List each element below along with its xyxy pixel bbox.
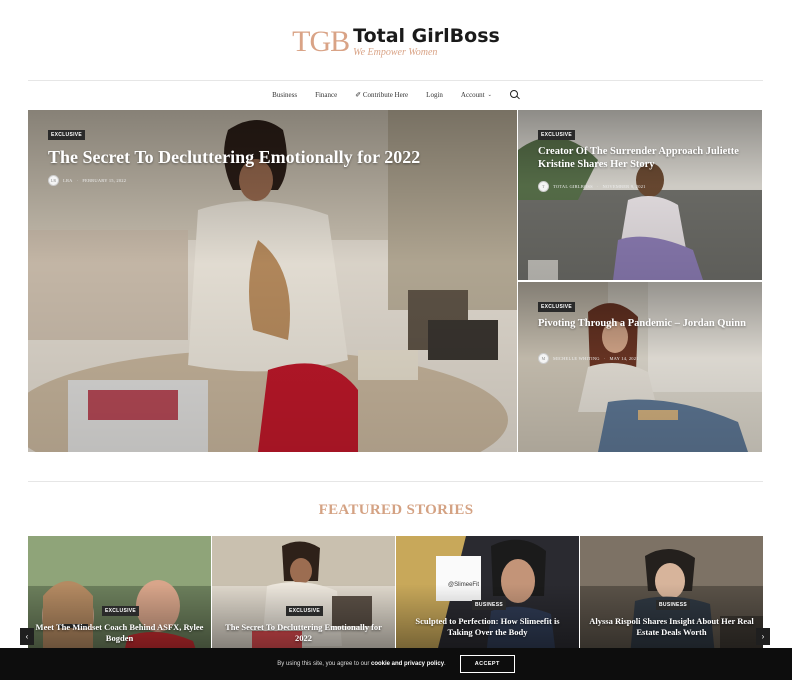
search-icon[interactable] — [509, 90, 520, 100]
featured-title-4[interactable]: Alyssa Rispoli Shares Insight About Her … — [586, 616, 757, 639]
logo-tagline: We Empower Women — [353, 46, 438, 58]
hero-side-meta-1: T TOTAL GIRLBOSS · NOVEMBER 9, 2021 — [538, 181, 646, 192]
hero-main-meta: LR LRA · FEBRUARY 15, 2022 — [48, 175, 126, 186]
avatar: M — [538, 353, 549, 364]
logo-mark: TGB — [292, 25, 350, 58]
featured-title-1[interactable]: Meet The Mindset Coach Behind ASFX, Ryle… — [34, 622, 205, 645]
section-divider — [28, 481, 763, 482]
featured-card-4[interactable]: BUSINESS Alyssa Rispoli Shares Insight A… — [580, 536, 763, 656]
hero-side-title-1[interactable]: Creator Of The Surrender Approach Juliet… — [538, 146, 748, 172]
avatar: LR — [48, 175, 59, 186]
hero-side-date-1: NOVEMBER 9, 2021 — [602, 184, 646, 189]
nav-item-account[interactable]: Account ⌄ — [461, 91, 492, 99]
nav-item-account-label: Account — [460, 91, 485, 99]
cookie-policy-link[interactable]: cookie and privacy policy — [371, 661, 444, 667]
hero-main-card[interactable]: EXCLUSIVE The Secret To Decluttering Emo… — [28, 110, 517, 452]
hero-side-meta-2: M MICHELLE WHITING · MAY 14, 2021 — [538, 353, 639, 364]
cookie-text-suffix: . — [444, 661, 446, 667]
hero-side-card-2[interactable]: EXCLUSIVE Pivoting Through a Pandemic – … — [518, 282, 762, 452]
hero-side-author-2[interactable]: MICHELLE WHITING — [553, 356, 600, 361]
hero-main-author[interactable]: LRA — [63, 178, 73, 183]
featured-title-3[interactable]: Sculpted to Perfection: How Slimeefit is… — [402, 616, 573, 639]
featured-heading: FEATURED STORIES — [318, 502, 474, 518]
featured-card-3[interactable]: @SlimeeFit BUSINESS Sculpted to Perfecti… — [396, 536, 579, 656]
hero-side-badge-2[interactable]: EXCLUSIVE — [538, 302, 576, 312]
featured-badge-3[interactable]: BUSINESS — [472, 600, 506, 610]
site-logo[interactable]: TGB Total GirlBoss We Empower Women — [0, 22, 792, 62]
chevron-down-icon: ⌄ — [487, 93, 492, 98]
featured-badge-2[interactable]: EXCLUSIVE — [286, 606, 324, 616]
hero-side-date-2: MAY 14, 2021 — [609, 356, 639, 361]
avatar: T — [538, 181, 549, 192]
hero-main-badge[interactable]: EXCLUSIVE — [48, 130, 86, 140]
cookie-accept-button[interactable]: ACCEPT — [459, 655, 515, 673]
hero-side-card-1[interactable]: EXCLUSIVE Creator Of The Surrender Appro… — [518, 110, 762, 280]
logo-title: Total GirlBoss — [353, 24, 500, 47]
hero-side-badge-1[interactable]: EXCLUSIVE — [538, 130, 576, 140]
featured-card-1[interactable]: EXCLUSIVE Meet The Mindset Coach Behind … — [28, 536, 211, 656]
hero-main-title[interactable]: The Secret To Decluttering Emotionally f… — [48, 147, 488, 169]
cookie-text: By using this site, you agree to our coo… — [277, 661, 445, 667]
nav-item-finance[interactable]: Finance — [315, 91, 337, 99]
featured-badge-1[interactable]: EXCLUSIVE — [102, 606, 140, 616]
slimeefit-logo-overlay: @SlimeeFit — [448, 582, 480, 588]
chevron-right-icon[interactable]: › — [756, 628, 770, 645]
featured-badge-4[interactable]: BUSINESS — [656, 600, 690, 610]
cookie-banner: By using this site, you agree to our coo… — [0, 648, 792, 680]
cookie-text-prefix: By using this site, you agree to our — [277, 661, 371, 667]
nav-item-contribute[interactable]: ✐ Contribute Here — [355, 91, 408, 99]
main-nav: Business Finance ✐ Contribute Here Login… — [0, 88, 792, 102]
nav-item-login[interactable]: Login — [426, 91, 443, 99]
featured-title-2[interactable]: The Secret To Decluttering Emotionally f… — [218, 622, 389, 645]
featured-card-2[interactable]: EXCLUSIVE The Secret To Decluttering Emo… — [212, 536, 395, 656]
hero-side-title-2[interactable]: Pivoting Through a Pandemic – Jordan Qui… — [538, 318, 748, 331]
chevron-left-icon[interactable]: ‹ — [20, 628, 34, 645]
hero-side-author-1[interactable]: TOTAL GIRLBOSS — [553, 184, 593, 189]
hero-main-date: FEBRUARY 15, 2022 — [82, 178, 127, 183]
nav-item-business[interactable]: Business — [272, 91, 297, 99]
header-divider — [28, 80, 763, 81]
